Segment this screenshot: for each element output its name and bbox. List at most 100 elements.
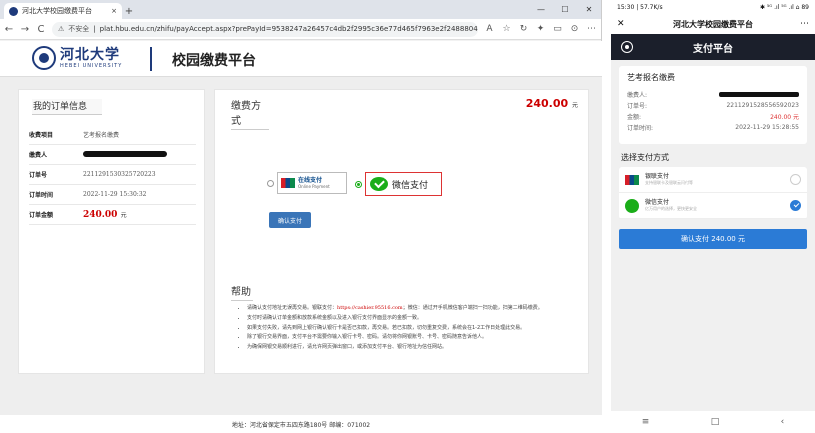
select-method-heading: 选择支付方式 <box>621 153 669 162</box>
help-item: 支付时请确认订单金额和放款系统金额以及进入银行支付界面显示的金额一致。 <box>247 315 577 323</box>
checkmark-icon[interactable] <box>790 200 801 211</box>
university-logo[interactable]: 河北大学 HEBEI UNIVERSITY <box>32 46 122 70</box>
payment-panel: 缴费方式 240.00 元 在线支付 Online Payment 微信支付 确… <box>214 89 589 374</box>
hbu-seal-icon <box>9 6 18 16</box>
card-row: 金额: 240.00 元 <box>627 111 799 122</box>
order-value: 2211291530325720223 <box>83 171 156 178</box>
total-value: 240.00 <box>525 97 569 110</box>
hbu-seal-icon <box>32 46 56 70</box>
refresh-icon[interactable]: ↻ <box>518 24 529 34</box>
new-tab-button[interactable]: + <box>122 3 136 19</box>
wechat-option[interactable]: 微信支付 <box>355 172 442 196</box>
insecure-label: 不安全 <box>68 25 90 33</box>
back-nav-icon[interactable]: ‹ <box>781 417 785 427</box>
card-row: 缴费人: <box>627 89 799 100</box>
warning-icon: ⚠ <box>58 25 65 33</box>
app-title: 河北大学校园缴费平台 <box>673 19 753 29</box>
home-nav-icon[interactable]: □ <box>711 417 720 427</box>
help-item: 请确认支付地址无误再交易。银联支付：https://cashier.95516.… <box>247 305 577 313</box>
confirm-pay-button[interactable]: 确认支付 <box>269 212 311 228</box>
order-key: 收费项目 <box>29 132 54 139</box>
redacted-name <box>83 150 167 157</box>
order-row: 订单金额 240.00 元 <box>29 205 196 225</box>
method-desc: 亿万用户的选择，更快更安全 <box>645 205 697 211</box>
order-row: 缴费人 <box>29 145 196 165</box>
wechat-pay-icon <box>370 177 388 191</box>
close-window-button[interactable]: ✕ <box>577 5 601 14</box>
page-content: 河北大学 HEBEI UNIVERSITY 校园缴费平台 我的订单信息 收费项目… <box>0 41 602 433</box>
order-info-panel: 我的订单信息 收费项目 艺考报名缴费 缴费人 订单号 2211291530325… <box>18 89 205 374</box>
tab-close-icon[interactable]: × <box>111 7 117 15</box>
pay-platform-title: 支付平台 <box>693 43 733 55</box>
order-card: 艺考报名缴费 缴费人: 订单号: 2211291528556592023 金额:… <box>619 66 807 144</box>
help-item: 为确保网银交易顺利进行，请允许网页弹出窗口，或添加支付平台、银行地址为信任网站。 <box>247 344 577 352</box>
redacted-name <box>719 92 799 97</box>
pay-platform-bar: 支付平台 <box>611 34 815 60</box>
method-radio[interactable] <box>790 174 801 185</box>
help-item: 除了银行交易界面，支付平台不需要你输入银行卡号、密码。请勿将你网银账号、卡号、密… <box>247 334 577 342</box>
card-row: 订单号: 2211291528556592023 <box>627 100 799 111</box>
card-key: 订单号: <box>627 103 648 110</box>
order-value <box>83 150 167 159</box>
tab-title: 河北大学校园缴费平台 <box>22 7 92 15</box>
reload-button[interactable]: C <box>36 24 46 35</box>
method-unionpay[interactable]: 银联支付 支持银联卡及银联云闪付等 <box>619 167 807 193</box>
help-heading: 帮助 <box>231 283 253 301</box>
logo-english: HEBEI UNIVERSITY <box>60 62 123 69</box>
amount-value: 240.00 <box>83 209 118 220</box>
maximize-button[interactable]: ☐ <box>553 5 577 14</box>
order-table: 收费项目 艺考报名缴费 缴费人 订单号 2211291530325720223 … <box>29 125 196 225</box>
favorite-star-icon[interactable]: ☆ <box>501 24 512 34</box>
split-screen-icon[interactable]: ▭ <box>552 24 563 34</box>
close-icon[interactable]: ✕ <box>617 19 631 29</box>
order-key: 订单号 <box>29 172 48 179</box>
extensions-icon[interactable]: ✦ <box>535 24 546 34</box>
tab-strip: 河北大学校园缴费平台 × + — ☐ ✕ <box>0 0 601 19</box>
help-list: 请确认支付地址无误再交易。银联支付：https://cashier.95516.… <box>237 305 577 354</box>
menu-icon[interactable]: ⋯ <box>586 24 597 34</box>
status-bar: 15:30 | 57.7K/s ✱ ⁵ᴳ .ıl ⁵ᴳ .ıl ⌂ 89 <box>611 0 815 14</box>
order-value: 艺考报名缴费 <box>83 132 120 139</box>
wechat-pay-icon <box>625 198 639 213</box>
window-controls: — ☐ ✕ <box>529 0 601 19</box>
order-key: 缴费人 <box>29 152 48 159</box>
wechat-radio[interactable] <box>355 180 362 188</box>
order-key: 订单时间 <box>29 192 54 199</box>
order-value: 2022-11-29 15:30:32 <box>83 191 147 198</box>
payment-method-heading: 缴费方式 <box>231 97 269 130</box>
url-divider: | <box>93 25 96 33</box>
total-amount: 240.00 元 <box>526 97 578 110</box>
card-value: 2211291528556592023 <box>726 102 799 109</box>
browser-tab[interactable]: 河北大学校园缴费平台 × <box>4 3 122 19</box>
url-field[interactable]: ⚠ 不安全 | plat.hbu.edu.cn/zhifu/payAccept.… <box>52 21 478 37</box>
order-heading: 我的订单信息 <box>32 99 102 115</box>
profile-icon[interactable]: ⊙ <box>569 24 580 34</box>
cashier-link[interactable]: https://cashier.95516.com <box>337 305 403 311</box>
wechat-box[interactable]: 微信支付 <box>365 172 442 196</box>
read-aloud-icon[interactable]: A <box>484 24 495 34</box>
method-desc: 支持银联卡及银联云闪付等 <box>645 179 693 185</box>
card-amount: 240.00 元 <box>770 114 799 121</box>
unionpay-icon <box>625 174 639 185</box>
back-button[interactable]: ← <box>4 24 14 35</box>
page-title: 校园缴费平台 <box>172 53 256 69</box>
more-icon[interactable]: ⋯ <box>795 19 809 29</box>
logo-chinese: 河北大学 <box>60 46 120 63</box>
menu-nav-icon[interactable]: ≡ <box>642 417 650 427</box>
method-wechat[interactable]: 微信支付 亿万用户的选择，更快更安全 <box>619 193 807 219</box>
help-text: 请确认支付地址无误再交易。银联支付： <box>247 305 338 311</box>
unionpay-box[interactable]: 在线支付 Online Payment <box>277 172 347 194</box>
minimize-button[interactable]: — <box>529 5 553 14</box>
unionpay-icon <box>281 178 295 188</box>
unionpay-option[interactable]: 在线支付 Online Payment <box>267 172 347 194</box>
amount-unit: 元 <box>120 211 127 219</box>
header-divider <box>150 47 152 71</box>
status-time: 15:30 | 57.7K/s <box>617 3 663 11</box>
unionpay-radio[interactable] <box>267 179 274 187</box>
wechat-label: 微信支付 <box>392 180 429 191</box>
mobile-confirm-pay-button[interactable]: 确认支付 240.00 元 <box>619 229 807 249</box>
site-header: 河北大学 HEBEI UNIVERSITY 校园缴费平台 <box>0 41 602 77</box>
order-card-title: 艺考报名缴费 <box>627 73 675 82</box>
unionpay-label: 在线支付 <box>298 176 323 184</box>
forward-button[interactable]: → <box>20 24 30 35</box>
